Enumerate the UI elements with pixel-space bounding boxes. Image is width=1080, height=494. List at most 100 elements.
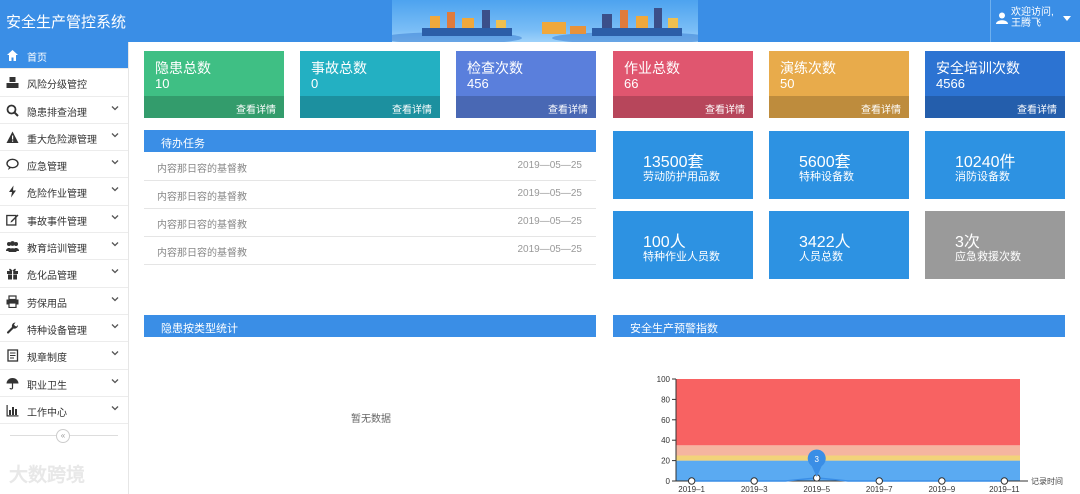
view-details-link[interactable]: 查看详情 <box>861 101 901 116</box>
sidebar-item-label: 职业卫生 <box>27 380 67 392</box>
sidebar-item-major-hazard[interactable]: 重大危险源管理 <box>0 124 128 152</box>
stat-card-title: 安全培训次数 <box>936 60 1020 76</box>
todo-row[interactable]: 内容那日容的基督教 2019—05—25 <box>144 153 596 181</box>
stat-card-value: 4566 <box>936 76 965 91</box>
stat-card-value: 66 <box>624 76 639 91</box>
chevron-down-icon <box>111 378 119 383</box>
collapse-sidebar-button[interactable]: « <box>56 429 70 443</box>
metric-label: 特种作业人员数 <box>643 251 720 263</box>
series-point <box>1000 477 1009 485</box>
sidebar-item-emergency[interactable]: 应急管理 <box>0 151 128 179</box>
sidebar-item-training[interactable]: 教育培训管理 <box>0 233 128 261</box>
empty-state-text: 暂无数据 <box>351 414 391 425</box>
sidebar-item-label: 隐患排查治理 <box>27 107 87 119</box>
y-axis-tick-label: 100 <box>657 375 671 384</box>
sidebar-item-risk-control[interactable]: 风险分级管控 <box>0 69 128 97</box>
stat-card-value: 10 <box>155 76 170 91</box>
chart-band <box>676 445 1020 456</box>
y-axis-tick-label: 80 <box>661 395 670 404</box>
view-details-link[interactable]: 查看详情 <box>548 101 588 116</box>
chat-icon <box>6 158 19 171</box>
chevron-down-icon <box>111 187 119 192</box>
wrench-icon <box>6 322 19 334</box>
chevron-down-icon[interactable] <box>1063 16 1071 21</box>
umbrella-icon <box>6 377 19 390</box>
chevron-down-icon <box>111 242 119 247</box>
metric-label: 特种设备数 <box>799 171 854 183</box>
todo-text: 内容那日容的基督教 <box>157 248 247 259</box>
series-point <box>938 477 946 485</box>
sidebar-item-label: 重大危险源管理 <box>27 134 97 146</box>
stat-card-title: 事故总数 <box>311 60 367 76</box>
chevron-down-icon <box>111 405 119 411</box>
view-details-link[interactable]: 查看详情 <box>705 101 745 116</box>
metric-label: 劳动防护用品数 <box>643 171 720 183</box>
todo-row[interactable]: 内容那日容的基督教 2019—05—25 <box>144 209 596 237</box>
factory-illustration <box>392 8 698 42</box>
sidebar-item-home[interactable]: 首页 <box>0 42 128 70</box>
series-point <box>875 477 883 485</box>
todo-date: 2019—05—25 <box>517 216 583 227</box>
todo-text: 内容那日容的基督教 <box>157 192 247 203</box>
user-menu[interactable]: 欢迎访问, 王腾飞 <box>990 0 1080 42</box>
view-details-link[interactable]: 查看详情 <box>236 101 276 116</box>
sidebar-nav: 首页 风险分级管控 隐患排查治理 重大危险源管理 应急管理 危险作业管理 事故事… <box>0 42 129 494</box>
print-icon <box>6 295 19 308</box>
sidebar-item-dangerous-work[interactable]: 危险作业管理 <box>0 178 128 206</box>
edit-icon <box>6 214 19 226</box>
chevron-down-icon <box>111 105 119 111</box>
sidebar-item-special-equipment[interactable]: 特种设备管理 <box>0 315 128 343</box>
hazard-stats-header: 隐患按类型统计 <box>144 315 596 337</box>
chevron-down-icon <box>111 351 119 356</box>
sidebar-item-hazard-inspection[interactable]: 隐患排查治理 <box>0 97 128 124</box>
sidebar-item-occupational-health[interactable]: 职业卫生 <box>0 370 128 397</box>
stat-card-drills: 演练次数 50 查看详情 <box>769 51 909 118</box>
bar-chart-icon <box>6 404 19 417</box>
user-icon <box>996 12 1008 24</box>
sidebar-item-accidents[interactable]: 事故事件管理 <box>0 206 128 234</box>
app-header: 安全生产管控系统 欢迎访问, 王腾飞 <box>0 0 1080 42</box>
marker-label: 3 <box>815 455 820 464</box>
stat-card-value: 456 <box>467 76 489 91</box>
chevron-down-icon <box>111 324 119 329</box>
y-axis-tick-label: 60 <box>661 416 670 425</box>
sidebar-item-label: 事故事件管理 <box>27 216 87 228</box>
warning-index-chart: 0 20 40 60 80 100 2019–1 2019–3 2019–5 2019–7 2019… <box>657 375 1028 494</box>
search-icon <box>6 104 19 117</box>
todo-text: 内容那日容的基督教 <box>157 164 247 175</box>
stat-card-operations: 作业总数 66 查看详情 <box>613 51 753 118</box>
view-details-link[interactable]: 查看详情 <box>1017 101 1057 116</box>
chevron-down-icon <box>111 296 119 302</box>
sidebar-item-label: 劳保用品 <box>27 298 67 310</box>
bolt-icon <box>9 185 16 198</box>
todo-row[interactable]: 内容那日容的基督教 2019—05—25 <box>144 181 596 209</box>
metric-label: 人员总数 <box>799 251 843 263</box>
stat-card-hazards: 隐患总数 10 查看详情 <box>144 51 284 118</box>
x-axis-tick-label: 2019–3 <box>741 485 768 494</box>
stat-card-title: 作业总数 <box>624 60 680 76</box>
chart-band <box>676 460 1020 481</box>
gift-icon <box>7 269 18 280</box>
sidebar-item-chemicals[interactable]: 危化品管理 <box>0 260 128 288</box>
todo-row[interactable]: 内容那日容的基督教 2019—05—25 <box>144 237 596 265</box>
sidebar-item-label: 工作中心 <box>27 407 67 419</box>
view-details-link[interactable]: 查看详情 <box>392 101 432 116</box>
x-axis-unit-label: 记录时间 <box>1031 477 1063 486</box>
sidebar-item-label: 危化品管理 <box>27 271 77 283</box>
username: 王腾飞 <box>1011 18 1041 29</box>
metric-tile-total-staff: 3422人 人员总数 <box>769 211 909 279</box>
sidebar-item-label: 特种设备管理 <box>27 325 87 337</box>
sidebar-item-protective-supplies[interactable]: 劳保用品 <box>0 288 128 315</box>
warning-icon <box>6 131 19 143</box>
users-icon <box>6 241 19 253</box>
series-point <box>750 477 758 485</box>
sidebar-item-label: 首页 <box>27 53 47 64</box>
stat-card-title: 隐患总数 <box>155 60 211 76</box>
series-point <box>687 477 696 485</box>
todo-section-header: 待办任务 <box>144 130 596 152</box>
x-axis-tick-label: 2019–7 <box>866 485 893 494</box>
sidebar-item-regulations[interactable]: 规章制度 <box>0 342 128 370</box>
metric-label: 应急救援次数 <box>955 251 1021 263</box>
sidebar-item-work-center[interactable]: 工作中心 <box>0 397 128 425</box>
sidebar-item-label: 风险分级管控 <box>27 80 87 92</box>
